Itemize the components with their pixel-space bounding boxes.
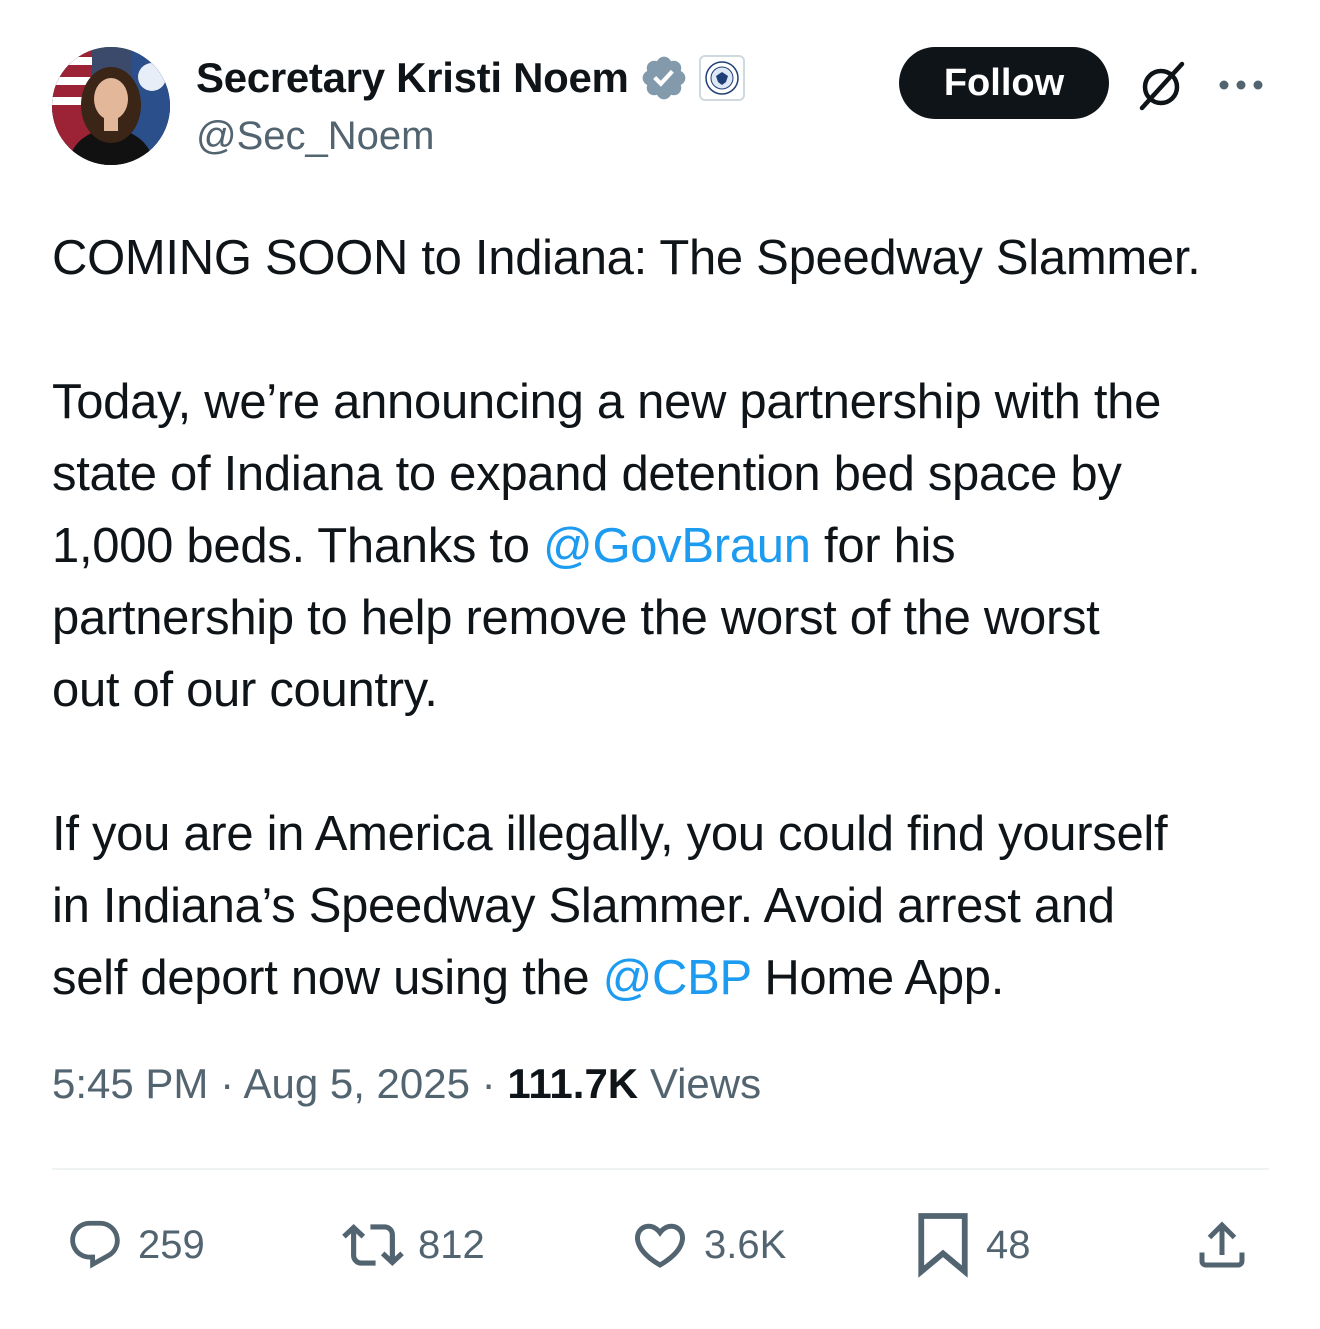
tweet-line: Today, we’re announcing a new partnershi… xyxy=(52,375,1162,429)
tweet-line: COMING SOON to Indiana: The Speedway Sla… xyxy=(52,231,1201,285)
tweet-text-segment: for his xyxy=(810,519,956,573)
author-handle[interactable]: @Sec_Noem xyxy=(196,114,434,159)
author-avatar[interactable] xyxy=(52,47,170,165)
repost-button[interactable]: 812 xyxy=(342,1205,485,1285)
tweet-line: out of our country. xyxy=(52,663,438,717)
reply-count: 259 xyxy=(138,1222,205,1267)
author-name-row: Secretary Kristi Noem xyxy=(196,50,745,106)
tweet-text: COMING SOON to Indiana: The Speedway Sla… xyxy=(52,222,1282,1014)
tweet-text-segment: 1,000 beds. Thanks to xyxy=(52,519,544,573)
reply-button[interactable]: 259 xyxy=(66,1205,205,1285)
like-button[interactable]: 3.6K xyxy=(630,1205,786,1285)
reply-icon xyxy=(70,1220,120,1269)
bookmark-button[interactable]: 48 xyxy=(914,1205,1031,1285)
meta-separator: · xyxy=(481,1060,496,1107)
tweet-text-segment: Home App. xyxy=(751,951,1005,1005)
views-label: Views xyxy=(649,1060,762,1107)
grok-icon[interactable] xyxy=(1134,58,1190,114)
tweet-time[interactable]: 5:45 PM xyxy=(52,1060,208,1107)
follow-button[interactable]: Follow xyxy=(899,47,1109,119)
bookmark-count: 48 xyxy=(986,1222,1031,1267)
tweet-line: state of Indiana to expand detention bed… xyxy=(52,447,1122,501)
tweet-line: partnership to help remove the worst of … xyxy=(52,591,1100,645)
share-icon xyxy=(1199,1221,1245,1268)
divider xyxy=(52,1168,1269,1170)
tweet-line: in Indiana’s Speedway Slammer. Avoid arr… xyxy=(52,879,1115,933)
tweet-line: 1,000 beds. Thanks to @GovBraun for his xyxy=(52,510,1282,582)
bookmark-icon xyxy=(918,1213,968,1278)
share-button[interactable] xyxy=(1192,1205,1252,1285)
tweet-text-segment: self deport now using the xyxy=(52,951,603,1005)
heart-icon xyxy=(634,1223,686,1268)
like-count: 3.6K xyxy=(704,1222,787,1267)
repost-icon xyxy=(342,1224,404,1266)
meta-separator: · xyxy=(220,1060,235,1107)
verified-badge-icon[interactable] xyxy=(639,53,689,103)
tweet-line: If you are in America illegally, you cou… xyxy=(52,807,1168,861)
dhs-seal-icon[interactable] xyxy=(698,55,745,101)
mention-govbraun-link[interactable]: @GovBraun xyxy=(543,519,811,573)
views-count: 111.7K xyxy=(507,1060,639,1107)
mention-cbp-link[interactable]: @CBP xyxy=(603,951,752,1005)
tweet-meta: 5:45 PM · Aug 5, 2025 · 111.7K Views xyxy=(52,1060,761,1108)
more-options-icon[interactable] xyxy=(1216,70,1266,100)
tweet-line: self deport now using the @CBP Home App. xyxy=(52,942,1282,1014)
author-display-name[interactable]: Secretary Kristi Noem xyxy=(196,54,629,102)
tweet-date[interactable]: Aug 5, 2025 xyxy=(243,1060,470,1107)
repost-count: 812 xyxy=(418,1222,485,1267)
